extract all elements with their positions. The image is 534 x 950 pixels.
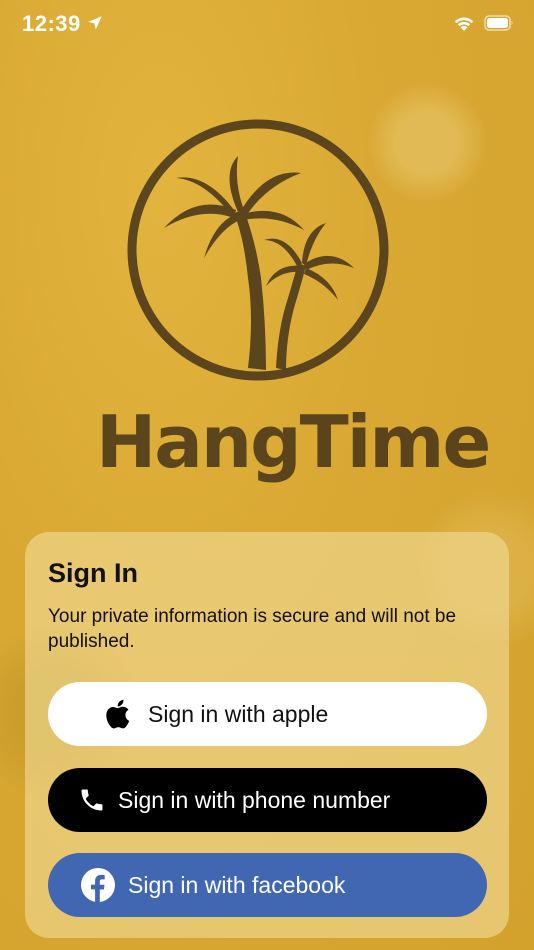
facebook-icon [81, 868, 115, 902]
status-bar: 12:39 [0, 0, 534, 50]
location-arrow-icon [88, 16, 102, 30]
wifi-icon [454, 17, 474, 31]
sign-in-card: Sign In Your private information is secu… [25, 532, 509, 938]
apple-icon [106, 699, 130, 729]
app-logo: HangTime [96, 118, 491, 484]
sign-in-phone-button[interactable]: Sign in with phone number [48, 768, 487, 832]
sign-in-apple-label: Sign in with apple [148, 700, 329, 727]
sign-in-facebook-button[interactable]: Sign in with facebook [48, 853, 487, 917]
phone-icon [81, 789, 103, 811]
palm-tree-icon [127, 119, 389, 381]
brand-name: HangTime [96, 400, 491, 484]
sign-in-phone-label: Sign in with phone number [118, 786, 391, 813]
sign-in-apple-button[interactable]: Sign in with apple [48, 682, 487, 746]
sign-in-title: Sign In [48, 558, 138, 588]
sign-in-subtitle: Your private information is secure and w… [48, 606, 457, 652]
sign-in-facebook-label: Sign in with facebook [128, 871, 346, 898]
status-time: 12:39 [22, 11, 81, 36]
battery-icon [484, 15, 513, 31]
